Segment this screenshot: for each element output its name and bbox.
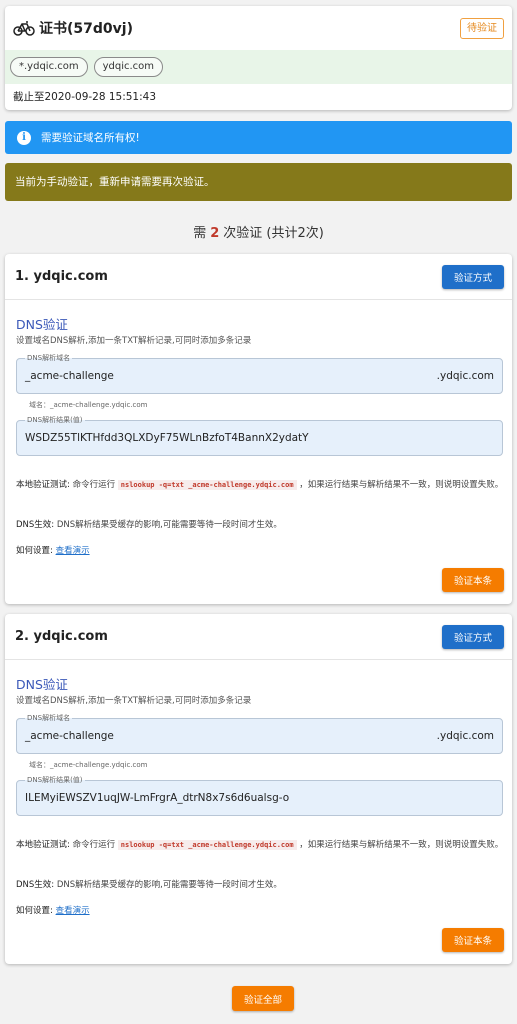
howto-row: 如何设置: 查看演示 (16, 904, 90, 916)
dns-result-field[interactable]: DNS解析结果(值) ILEMyiEWSZV1uqJW-LmFrgrA_dtrN… (16, 775, 503, 816)
dns-name-hint: 域名：_acme-challenge.ydqic.com (29, 761, 148, 769)
dns-verification-title: DNS验证 (16, 317, 68, 332)
dns-name-value[interactable]: _acme-challenge (25, 730, 114, 742)
certificate-header: 证书(57d0vj) 待验证 (5, 6, 512, 50)
info-icon: i (17, 130, 31, 145)
domain-chip[interactable]: *.ydqic.com (10, 57, 88, 77)
dns-name-hint: 域名：_acme-challenge.ydqic.com (29, 401, 148, 409)
verification-method-button[interactable]: 验证方式 (442, 265, 504, 289)
nslookup-command: nslookup -q=txt _acme-challenge.ydqic.co… (117, 480, 297, 490)
local-test-instructions: 本地验证测试: 命令行运行 nslookup -q=txt _acme-chal… (16, 478, 506, 492)
dns-name-suffix: .ydqic.com (436, 730, 494, 742)
dns-verification-description: 设置域名DNS解析,添加一条TXT解析记录,可同时添加多条记录 (16, 336, 252, 346)
dns-verification-title: DNS验证 (16, 677, 68, 692)
dns-result-field[interactable]: DNS解析结果(值) WSDZ55TlKTHfdd3QLXDyF75WLnBzf… (16, 415, 503, 456)
howto-row: 如何设置: 查看演示 (16, 544, 90, 556)
verification-card: 1. ydqic.com 验证方式 DNS验证 设置域名DNS解析,添加一条TX… (5, 254, 512, 604)
dns-effect-label: DNS生效: (16, 880, 55, 890)
dns-name-field[interactable]: DNS解析域名 _acme-challenge .ydqic.com (16, 713, 503, 754)
howto-label: 如何设置: (16, 906, 53, 916)
info-alert: i 需要验证域名所有权! (5, 121, 512, 154)
certificate-card: 证书(57d0vj) 待验证 *.ydqic.com ydqic.com 截止至… (5, 6, 512, 110)
local-test-suffix: ，如果运行结果与解析结果不一致，则说明设置失败。 (296, 480, 504, 490)
dns-name-value[interactable]: _acme-challenge (25, 370, 114, 382)
verification-count-suffix: 次验证 (共计2次) (223, 226, 324, 241)
dns-name-label: DNS解析域名 (25, 353, 73, 363)
manual-verification-alert: 当前为手动验证，重新申请需要再次验证。 (5, 163, 512, 201)
info-alert-text: 需要验证域名所有权! (41, 132, 140, 144)
status-badge: 待验证 (460, 18, 504, 39)
verification-card-header: 2. ydqic.com 验证方式 (5, 614, 512, 660)
bicycle-icon (13, 21, 35, 36)
dns-name-label: DNS解析域名 (25, 713, 73, 723)
local-test-prefix: 命令行运行 (69, 480, 118, 490)
verify-this-button[interactable]: 验证本条 (442, 928, 504, 952)
dns-result-label: DNS解析结果(值) (25, 775, 85, 785)
dns-result-label: DNS解析结果(值) (25, 415, 85, 425)
howto-label: 如何设置: (16, 546, 53, 556)
expiry-date: 截止至2020-09-28 15:51:43 (13, 91, 157, 103)
certificate-title: 证书(57d0vj) (39, 21, 133, 37)
local-test-prefix: 命令行运行 (69, 840, 118, 850)
dns-name-field[interactable]: DNS解析域名 _acme-challenge .ydqic.com (16, 353, 503, 394)
dns-verification-description: 设置域名DNS解析,添加一条TXT解析记录,可同时添加多条记录 (16, 696, 252, 706)
dns-effect-note: DNS生效: DNS解析结果受缓存的影响,可能需要等待一段时间才生效。 (16, 518, 282, 530)
local-test-label: 本地验证测试: (16, 480, 70, 490)
dns-result-value[interactable]: ILEMyiEWSZV1uqJW-LmFrgrA_dtrN8x7s6d6uals… (25, 792, 289, 804)
dns-effect-text: DNS解析结果受缓存的影响,可能需要等待一段时间才生效。 (54, 520, 282, 530)
nslookup-command: nslookup -q=txt _acme-challenge.ydqic.co… (117, 840, 297, 850)
dns-effect-note: DNS生效: DNS解析结果受缓存的影响,可能需要等待一段时间才生效。 (16, 878, 282, 890)
dns-effect-label: DNS生效: (16, 520, 55, 530)
dns-name-suffix: .ydqic.com (436, 370, 494, 382)
verification-domain-title: 2. ydqic.com (15, 629, 108, 644)
local-test-suffix: ，如果运行结果与解析结果不一致，则说明设置失败。 (296, 840, 504, 850)
view-demo-link[interactable]: 查看演示 (56, 546, 90, 556)
verification-count-number: 2 (210, 226, 220, 241)
domain-chip[interactable]: ydqic.com (93, 57, 164, 77)
verification-count: 需 2 次验证 (共计2次) (0, 222, 517, 241)
dns-effect-text: DNS解析结果受缓存的影响,可能需要等待一段时间才生效。 (54, 880, 282, 890)
verification-card: 2. ydqic.com 验证方式 DNS验证 设置域名DNS解析,添加一条TX… (5, 614, 512, 964)
verification-count-prefix: 需 (193, 226, 207, 241)
dns-result-value[interactable]: WSDZ55TlKTHfdd3QLXDyF75WLnBzfoT4BannX2yd… (25, 432, 309, 444)
verification-method-button[interactable]: 验证方式 (442, 625, 504, 649)
verify-all-button[interactable]: 验证全部 (232, 986, 294, 1011)
verification-card-header: 1. ydqic.com 验证方式 (5, 254, 512, 300)
verify-this-button[interactable]: 验证本条 (442, 568, 504, 592)
local-test-instructions: 本地验证测试: 命令行运行 nslookup -q=txt _acme-chal… (16, 838, 506, 852)
local-test-label: 本地验证测试: (16, 840, 70, 850)
view-demo-link[interactable]: 查看演示 (56, 906, 90, 916)
domain-chip-row: *.ydqic.com ydqic.com (5, 50, 512, 84)
verification-domain-title: 1. ydqic.com (15, 269, 108, 284)
